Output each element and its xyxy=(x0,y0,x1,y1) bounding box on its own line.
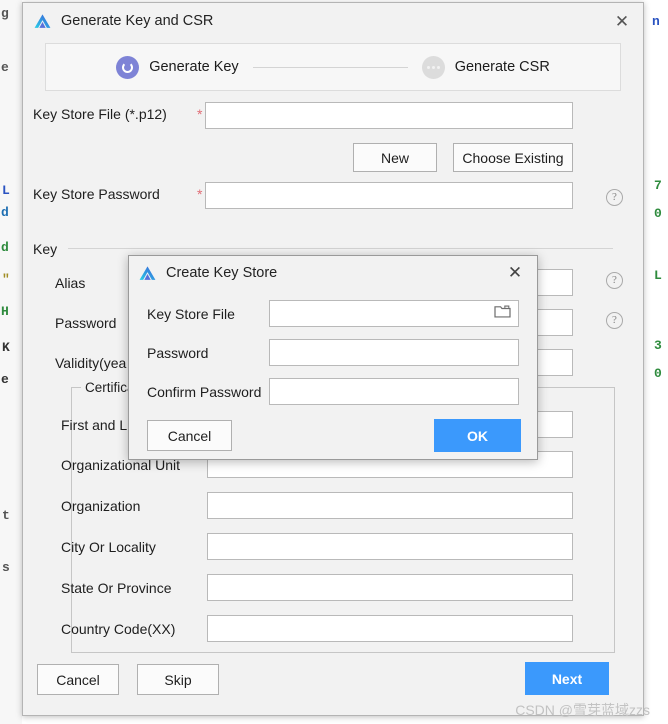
help-icon-key-store-password[interactable]: ? xyxy=(606,189,623,206)
code-fragment: d xyxy=(1,205,9,220)
code-fragment: K xyxy=(2,340,10,355)
modal-row-key-store-file: Key Store File xyxy=(147,300,519,327)
modal-row-confirm-password: Confirm Password xyxy=(147,378,519,405)
code-fragment: s xyxy=(2,560,10,575)
main-window-title: Generate Key and CSR xyxy=(61,13,214,29)
modal-cancel-button[interactable]: Cancel xyxy=(147,420,232,451)
android-studio-icon xyxy=(138,264,157,283)
step-generate-key-label: Generate Key xyxy=(149,59,239,75)
modal-confirm-password-input[interactable] xyxy=(269,378,519,405)
alias-label: Alias xyxy=(55,275,86,291)
step-connector xyxy=(252,66,408,68)
key-store-file-label: Key Store File (*.p12) xyxy=(33,106,167,122)
modal-row-password: Password xyxy=(147,339,519,366)
state-or-province-input[interactable] xyxy=(207,574,573,601)
watermark: CSDN @雪芽蓝域zzs xyxy=(515,702,650,718)
next-button[interactable]: Next xyxy=(525,662,609,695)
modal-confirm-password-label: Confirm Password xyxy=(147,383,262,400)
key-store-file-required-marker: * xyxy=(197,106,203,122)
choose-existing-button[interactable]: Choose Existing xyxy=(453,143,573,172)
new-button[interactable]: New xyxy=(353,143,437,172)
help-icon-key-password[interactable]: ? xyxy=(606,312,623,329)
modal-password-input[interactable] xyxy=(269,339,519,366)
code-fragment: L xyxy=(654,268,662,283)
state-or-province-label: State Or Province xyxy=(61,580,172,596)
code-fragment: d xyxy=(1,240,9,255)
country-code-input[interactable] xyxy=(207,615,573,642)
code-fragment: e xyxy=(1,372,9,387)
modal-key-store-file-input[interactable] xyxy=(269,300,519,327)
step-generate-csr[interactable]: Generate CSR xyxy=(421,55,550,79)
key-store-password-label: Key Store Password xyxy=(33,186,160,202)
android-studio-icon xyxy=(33,12,52,31)
key-store-password-input[interactable] xyxy=(205,182,573,209)
organization-input[interactable] xyxy=(207,492,573,519)
modal-ok-button[interactable]: OK xyxy=(434,419,521,452)
main-window-titlebar: Generate Key and CSR ✕ xyxy=(23,3,643,39)
key-section-rule xyxy=(68,248,613,249)
editor-right-gutter xyxy=(642,0,668,724)
wizard-stepper: Generate Key Generate CSR xyxy=(45,43,621,91)
key-store-file-input[interactable] xyxy=(205,102,573,129)
folder-icon[interactable] xyxy=(494,304,511,324)
code-fragment: t xyxy=(2,508,10,523)
create-key-store-title: Create Key Store xyxy=(166,265,278,281)
code-fragment: 0 xyxy=(654,206,662,221)
first-and-last-name-label: First and L xyxy=(61,417,128,433)
help-icon-alias[interactable]: ? xyxy=(606,272,623,289)
code-fragment: " xyxy=(2,272,10,287)
city-or-locality-label: City Or Locality xyxy=(61,539,156,555)
organization-label: Organization xyxy=(61,498,141,514)
editor-left-gutter xyxy=(0,0,22,724)
code-fragment: 3 xyxy=(654,338,662,353)
step-generate-key[interactable]: Generate Key xyxy=(116,55,239,79)
close-icon[interactable]: ✕ xyxy=(611,11,633,33)
cancel-button[interactable]: Cancel xyxy=(37,664,119,695)
validity-label: Validity(yea xyxy=(55,355,127,371)
city-or-locality-input[interactable] xyxy=(207,533,573,560)
modal-password-label: Password xyxy=(147,344,209,361)
skip-button[interactable]: Skip xyxy=(137,664,219,695)
code-fragment: 7 xyxy=(654,178,662,193)
close-icon[interactable]: ✕ xyxy=(505,263,525,283)
key-store-password-required-marker: * xyxy=(197,186,203,202)
step-generate-csr-label: Generate CSR xyxy=(454,59,550,75)
create-key-store-dialog: Create Key Store ✕ Key Store File Passwo… xyxy=(128,255,538,460)
create-key-store-titlebar: Create Key Store ✕ xyxy=(129,256,537,290)
key-password-label: Password xyxy=(55,315,117,331)
modal-key-store-file-label: Key Store File xyxy=(147,305,235,322)
code-fragment: e xyxy=(1,60,9,75)
code-fragment: L xyxy=(2,183,10,198)
spinner-circle-icon xyxy=(116,55,140,79)
code-fragment: 0 xyxy=(654,366,662,381)
code-fragment: g xyxy=(1,6,9,21)
country-code-label: Country Code(XX) xyxy=(61,621,176,637)
code-fragment: n xyxy=(652,14,660,29)
key-section-title: Key xyxy=(33,241,58,257)
code-fragment: H xyxy=(1,304,9,319)
ellipsis-circle-icon xyxy=(421,55,445,79)
